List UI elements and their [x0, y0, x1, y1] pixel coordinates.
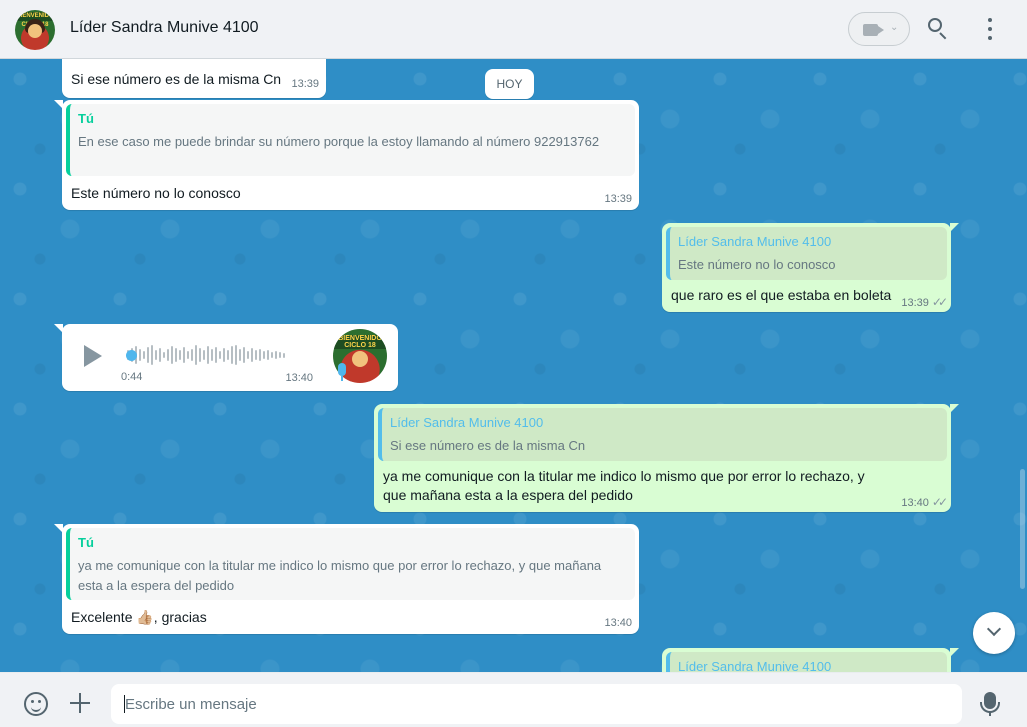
message-time: 13:39 [291, 78, 319, 90]
message-outgoing[interactable]: Líder Sandra Munive 4100 [662, 648, 959, 672]
chevron-down-icon [986, 621, 1002, 637]
message-time: 13:39 [901, 297, 929, 309]
chat-messages-area[interactable]: Si ese número es de la misma Cn 13:39 HO… [0, 59, 1027, 672]
message-time: 13:40 [901, 497, 929, 509]
quoted-message[interactable]: Tú ya me comunique con la titular me ind… [66, 528, 635, 600]
emoji-icon[interactable] [24, 692, 48, 716]
message-time: 13:39 [604, 193, 632, 205]
contact-name[interactable]: Líder Sandra Munive 4100 [70, 19, 259, 37]
scroll-to-bottom-button[interactable] [973, 612, 1015, 654]
read-receipt-icon: ✓✓ [931, 495, 948, 509]
chevron-down-icon: ⌄ [890, 22, 899, 33]
quoted-author: Líder Sandra Munive 4100 [678, 234, 832, 249]
read-receipt-icon: ✓✓ [931, 295, 948, 309]
quoted-message[interactable]: Líder Sandra Munive 4100 Este número no … [666, 227, 947, 280]
video-camera-icon [863, 24, 884, 36]
quoted-message[interactable]: Líder Sandra Munive 4100 Si ese número e… [378, 408, 947, 461]
quoted-text: En ese caso me puede brindar su número p… [78, 134, 600, 149]
message-outgoing[interactable]: Líder Sandra Munive 4100 Este número no … [662, 223, 959, 312]
search-button[interactable] [926, 16, 952, 42]
attach-plus-icon[interactable] [69, 692, 91, 714]
message-incoming[interactable]: Si ese número es de la misma Cn 13:39 [62, 59, 326, 98]
message-outgoing[interactable]: Líder Sandra Munive 4100 Si ese número e… [374, 404, 959, 512]
quoted-author: Tú [78, 535, 94, 550]
play-icon[interactable] [84, 345, 102, 367]
message-status: 13:39 ✓✓ [901, 295, 948, 309]
audio-progress-handle[interactable] [126, 350, 137, 361]
search-icon [928, 18, 942, 32]
message-text: que raro es el que estaba en boleta [671, 287, 892, 303]
message-incoming[interactable]: Tú En ese caso me puede brindar su númer… [54, 100, 639, 210]
message-composer [0, 672, 1027, 727]
quoted-message[interactable]: Tú En ese caso me puede brindar su númer… [66, 104, 635, 176]
message-time: 13:40 [285, 372, 313, 384]
kebab-menu-icon [988, 18, 992, 22]
message-text: Este número no lo conosco [71, 185, 241, 201]
voice-duration: 0:44 [121, 371, 143, 383]
message-text: ya me comunique con la titular me indico… [383, 468, 865, 503]
menu-button[interactable] [982, 18, 998, 40]
quoted-author: Líder Sandra Munive 4100 [390, 415, 544, 430]
avatar-banner: BIENVENIDO CICLO 18 [333, 335, 387, 349]
voice-message[interactable]: 0:44 13:40 BIENVENIDO CICLO 18 [54, 324, 398, 391]
quoted-text: Si ese número es de la misma Cn [390, 438, 586, 453]
message-text: Si ese número es de la misma Cn [71, 71, 282, 87]
quoted-text: ya me comunique con la titular me indico… [78, 558, 602, 593]
contact-avatar[interactable]: BIENVENIDO CICLO 18 [15, 10, 55, 50]
quoted-message[interactable]: Líder Sandra Munive 4100 [666, 652, 947, 672]
audio-waveform[interactable] [127, 344, 307, 366]
microphone-icon[interactable] [980, 692, 1000, 716]
message-time: 13:40 [604, 617, 632, 629]
chat-header: BIENVENIDO CICLO 18 Líder Sandra Munive … [0, 0, 1027, 59]
date-divider: HOY [485, 69, 534, 99]
message-incoming[interactable]: Tú ya me comunique con la titular me ind… [54, 524, 639, 634]
message-input[interactable] [111, 684, 962, 724]
message-status: 13:40 ✓✓ [901, 495, 948, 509]
text-cursor [124, 695, 125, 713]
microphone-icon [338, 363, 346, 381]
message-text: Excelente 👍🏼, gracias [71, 609, 207, 625]
video-call-button[interactable]: ⌄ [848, 12, 910, 46]
quoted-author: Tú [78, 111, 94, 126]
scrollbar[interactable] [1020, 469, 1025, 589]
quoted-text: Este número no lo conosco [678, 257, 836, 272]
quoted-author: Líder Sandra Munive 4100 [678, 659, 832, 672]
